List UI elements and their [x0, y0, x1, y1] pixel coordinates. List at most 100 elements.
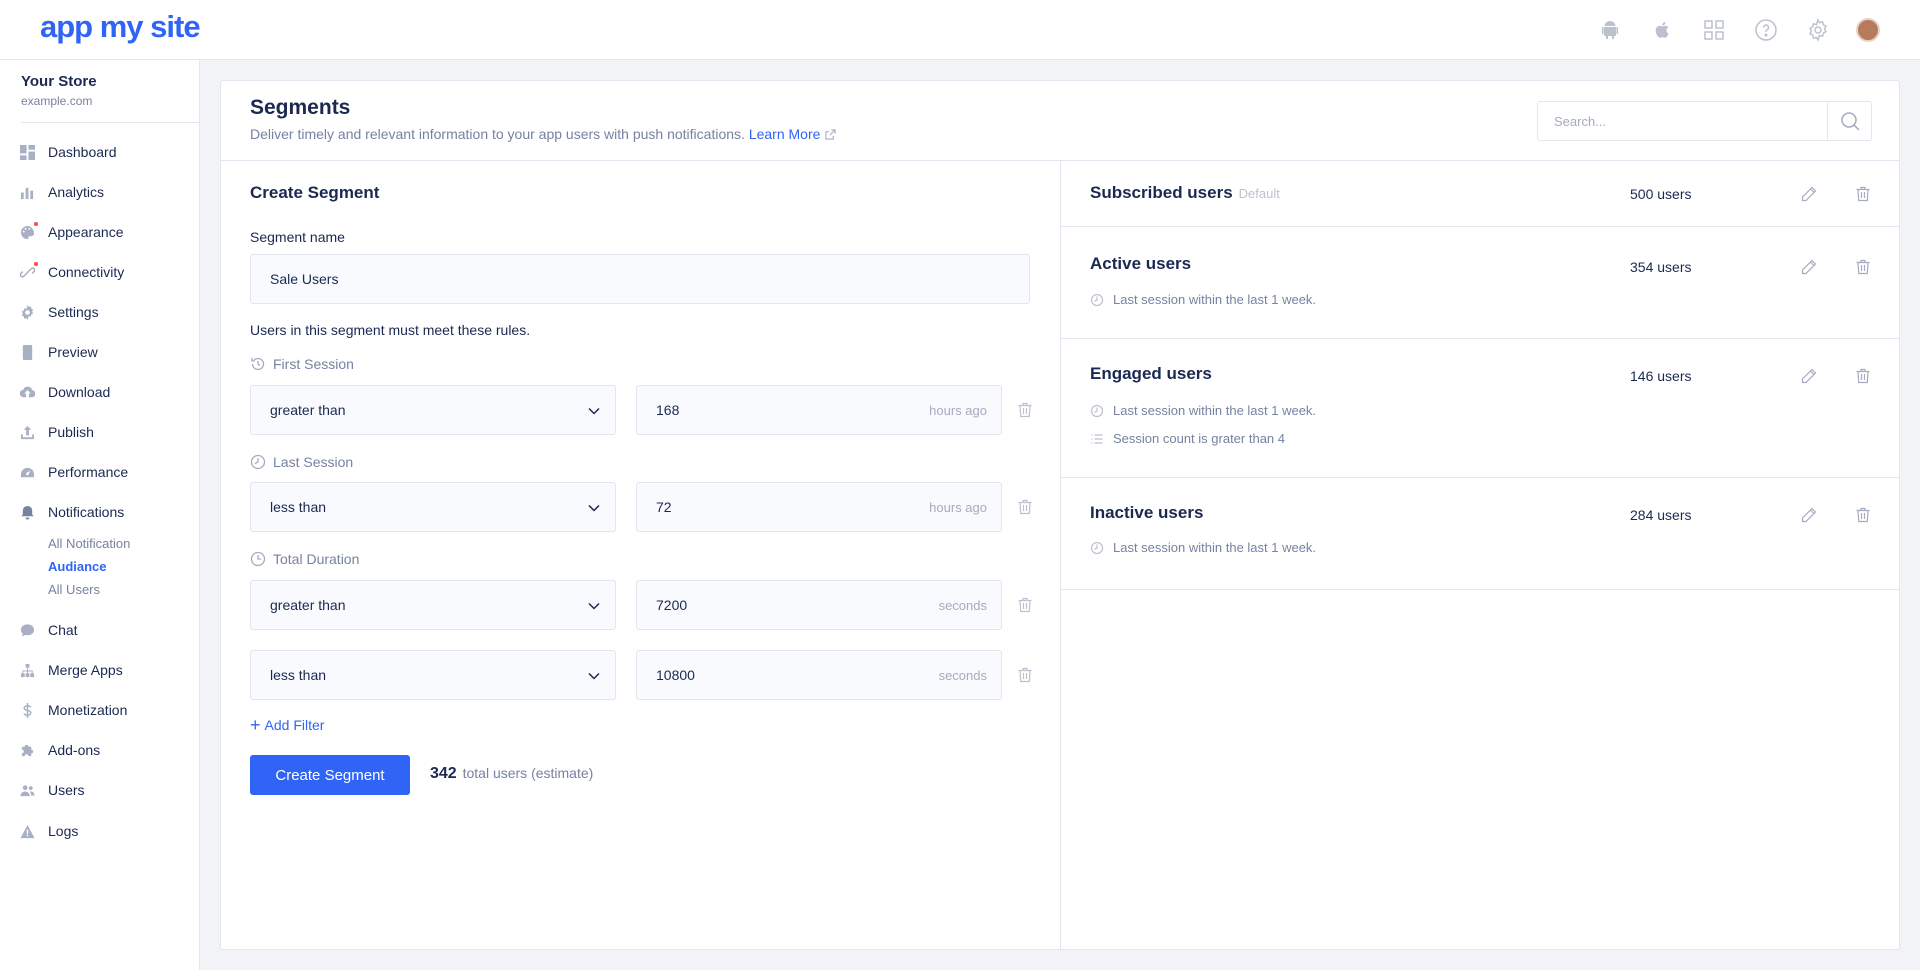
operator-value: greater than	[270, 402, 346, 418]
sidebar-item-analytics[interactable]: Analytics	[20, 180, 104, 204]
sidebar-item-preview[interactable]: Preview	[20, 340, 98, 364]
unit-label: hours ago	[929, 402, 987, 418]
segment-rule: Session count is grater than 4	[1090, 431, 1285, 446]
chevron-down-icon	[588, 602, 600, 610]
sidebar-item-label: Merge Apps	[48, 662, 123, 678]
learn-more-link[interactable]: Learn More	[749, 126, 821, 142]
sidebar-item-download[interactable]: Download	[20, 380, 110, 404]
operator-select[interactable]: greater than	[250, 385, 616, 435]
unit-label: seconds	[938, 597, 987, 613]
sidebar-item-monetization[interactable]: Monetization	[20, 698, 127, 722]
search-icon	[1840, 112, 1860, 131]
segment-row[interactable]: Subscribed users Default 500 users	[1061, 161, 1899, 227]
puzzle-icon	[20, 743, 35, 758]
edit-icon[interactable]	[1801, 259, 1817, 275]
sidebar-item-label: Chat	[48, 622, 78, 638]
rules-intro: Users in this segment must meet these ru…	[250, 322, 531, 338]
sidebar-item-appearance[interactable]: Appearance	[20, 220, 124, 244]
apps-grid-icon[interactable]	[1688, 14, 1740, 46]
sidebar-item-publish[interactable]: Publish	[20, 420, 94, 444]
chevron-down-icon	[588, 672, 600, 680]
sidebar-item-performance[interactable]: Performance	[20, 460, 128, 484]
sidebar-item-chat[interactable]: Chat	[20, 618, 78, 642]
performance-icon	[20, 465, 35, 480]
add-filter-link[interactable]: + Add Filter	[250, 715, 325, 735]
value-input[interactable]: 10800 seconds	[636, 650, 1002, 700]
value-input[interactable]: 168 hours ago	[636, 385, 1002, 435]
sidebar-item-add-ons[interactable]: Add-ons	[20, 738, 100, 762]
operator-value: less than	[270, 499, 327, 515]
sidebar-item-label: Monetization	[48, 702, 128, 718]
value-input[interactable]: 72 hours ago	[636, 482, 1002, 532]
edit-icon[interactable]	[1801, 368, 1817, 384]
segment-row[interactable]: Active users 354 users Last session with…	[1061, 227, 1899, 339]
help-icon[interactable]	[1740, 14, 1792, 46]
segment-name: Subscribed users Default	[1090, 183, 1280, 203]
sidebar-item-label: Users	[48, 782, 85, 798]
trash-icon[interactable]	[1855, 259, 1871, 275]
android-icon[interactable]	[1584, 14, 1636, 46]
publish-icon	[20, 425, 35, 440]
sidebar-item-settings[interactable]: Settings	[20, 300, 99, 324]
operator-select[interactable]: less than	[250, 650, 616, 700]
segments-card: Segments Deliver timely and relevant inf…	[220, 80, 1900, 950]
subnav-all-notification[interactable]: All Notification	[48, 536, 130, 551]
segment-rule: Last session within the last 1 week.	[1090, 292, 1316, 307]
plus-icon: +	[250, 715, 261, 735]
segment-rule-text: Last session within the last 1 week.	[1113, 292, 1317, 307]
trash-icon[interactable]	[1855, 186, 1871, 202]
chat-icon	[20, 623, 35, 638]
subnav-audiance[interactable]: Audiance	[48, 559, 107, 574]
history-icon	[251, 357, 265, 371]
top-bar: app my site	[0, 0, 1920, 60]
value-text: 72	[656, 499, 672, 515]
list-icon	[1091, 433, 1103, 444]
operator-select[interactable]: greater than	[250, 580, 616, 630]
users-icon	[20, 783, 35, 798]
trash-icon[interactable]	[1017, 667, 1033, 683]
edit-icon[interactable]	[1801, 186, 1817, 202]
unit-label: hours ago	[929, 499, 987, 515]
sidebar-item-dashboard[interactable]: Dashboard	[20, 140, 117, 164]
sidebar-item-connectivity[interactable]: Connectivity	[20, 260, 124, 284]
trash-icon[interactable]	[1855, 507, 1871, 523]
estimate-count: 342	[430, 765, 457, 782]
sidebar-item-users[interactable]: Users	[20, 778, 85, 802]
value-text: 7200	[656, 597, 688, 613]
rule-group-label: Last Session	[273, 454, 354, 470]
sidebar-item-merge-apps[interactable]: Merge Apps	[20, 658, 123, 682]
segment-count: 146 users	[1630, 368, 1692, 384]
segment-name-input[interactable]	[250, 254, 1030, 304]
subnav-all-users[interactable]: All Users	[48, 582, 100, 597]
top-icons	[1584, 14, 1880, 46]
edit-icon[interactable]	[1801, 507, 1817, 523]
apple-icon[interactable]	[1636, 14, 1688, 46]
segment-count: 354 users	[1630, 259, 1692, 275]
value-input[interactable]: 7200 seconds	[636, 580, 1002, 630]
create-segment-button[interactable]: Create Segment	[250, 755, 410, 795]
trash-icon[interactable]	[1017, 499, 1033, 515]
unit-label: seconds	[938, 667, 987, 683]
sidebar-item-notifications[interactable]: Notifications	[20, 500, 124, 524]
app-logo[interactable]: app my site	[40, 9, 201, 45]
segment-count: 284 users	[1630, 507, 1692, 523]
segment-row[interactable]: Engaged users 146 users Last session wit…	[1061, 339, 1899, 478]
operator-select[interactable]: less than	[250, 482, 616, 532]
add-filter-label: Add Filter	[264, 717, 325, 733]
gear-icon[interactable]	[1792, 14, 1844, 46]
trash-icon[interactable]	[1017, 597, 1033, 613]
sidebar-item-logs[interactable]: Logs	[20, 819, 78, 843]
trash-icon[interactable]	[1017, 402, 1033, 418]
sidebar-item-label: Performance	[48, 464, 129, 480]
user-estimate: 342 total users (estimate)	[430, 765, 593, 783]
search-input[interactable]	[1538, 102, 1828, 140]
rule-group-total-duration: Total Duration	[250, 551, 359, 567]
trash-icon[interactable]	[1855, 368, 1871, 384]
user-avatar[interactable]	[1856, 18, 1880, 42]
rule-group-label: Total Duration	[273, 551, 360, 567]
sidebar-item-label: Appearance	[48, 224, 124, 240]
store-name[interactable]: Your Store	[21, 73, 97, 90]
rule-group-first-session: First Session	[250, 356, 354, 372]
search-button[interactable]	[1827, 102, 1871, 140]
segment-row[interactable]: Inactive users 284 users Last session wi…	[1061, 478, 1899, 590]
